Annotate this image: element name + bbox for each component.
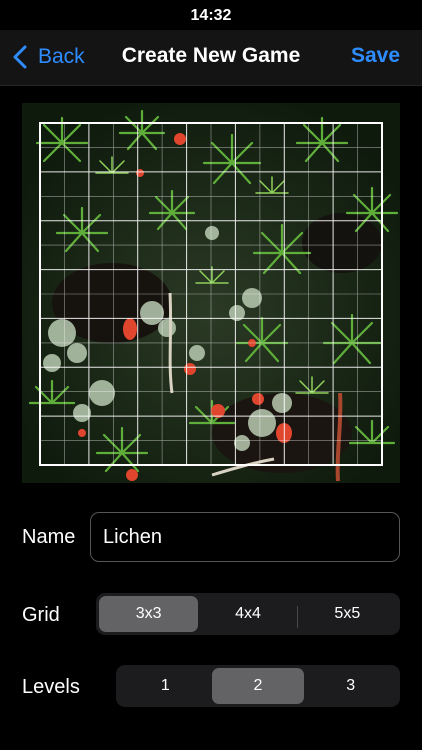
grid-option-label: 4x4	[235, 605, 261, 622]
levels-label: Levels	[22, 675, 80, 698]
grid-option-4x4[interactable]: 4x4	[198, 596, 298, 632]
grid-option-5x5[interactable]: 5x5	[298, 596, 397, 632]
puzzle-photo[interactable]	[22, 103, 400, 483]
grid-option-label: 5x5	[334, 605, 361, 622]
chevron-left-icon	[13, 45, 27, 69]
level-option-2[interactable]: 2	[211, 668, 305, 704]
status-time: 14:32	[190, 7, 232, 24]
name-input[interactable]	[90, 512, 400, 562]
name-label: Name	[22, 525, 76, 548]
levels-row: Levels 1 2 3	[22, 665, 400, 709]
name-row: Name	[22, 512, 400, 562]
back-label: Back	[38, 45, 85, 68]
back-button[interactable]: Back	[10, 40, 85, 74]
content: Name Grid 3x3 4x4 5x5 Levels 1 2	[0, 87, 422, 750]
grid-option-3x3[interactable]: 3x3	[99, 596, 199, 632]
levels-segmented-control: 1 2 3	[116, 665, 400, 707]
level-option-label: 1	[160, 677, 170, 694]
grid-option-label: 3x3	[135, 605, 162, 622]
navigation-bar: Back Create New Game Save	[0, 30, 422, 86]
level-option-3[interactable]: 3	[304, 668, 397, 704]
save-button[interactable]: Save	[351, 44, 400, 68]
grid-row: Grid 3x3 4x4 5x5	[22, 593, 400, 637]
grid-size-segmented-control: 3x3 4x4 5x5	[96, 593, 400, 635]
grid-label: Grid	[22, 603, 60, 626]
level-option-1[interactable]: 1	[119, 668, 212, 704]
level-option-label: 2	[253, 677, 263, 694]
level-option-label: 3	[346, 677, 356, 694]
grid-overlay	[39, 122, 383, 466]
status-bar: 14:32	[0, 0, 422, 30]
